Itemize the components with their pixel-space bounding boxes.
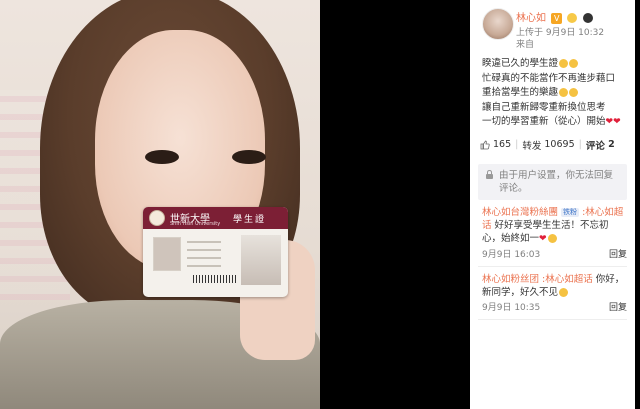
comment-mention[interactable]: :林心如超话 [542, 274, 593, 285]
upload-time: 上传于 9月9日 10:32 [516, 28, 605, 38]
heart-icon: ❤ [613, 117, 621, 127]
heart-icon: ❤ [539, 233, 547, 244]
wave-emoji-icon [559, 287, 569, 297]
card-photo [153, 237, 181, 271]
comment-user[interactable]: 林心如粉丝团 [482, 274, 539, 285]
verified-badge-icon: V [551, 12, 563, 24]
reply-button[interactable]: 回复 [609, 302, 627, 315]
lock-icon [486, 169, 493, 179]
selfie-image: 世新大學 Shih Hsin University 學生證 [0, 0, 320, 409]
right-border [635, 0, 640, 409]
repost-count: 10695 [544, 139, 575, 150]
post-photo[interactable]: 世新大學 Shih Hsin University 學生證 [0, 0, 470, 409]
card-field-line [187, 257, 221, 259]
cool-emoji-icon [569, 88, 579, 97]
student-id-card: 世新大學 Shih Hsin University 學生證 [143, 207, 288, 297]
comment-body: 林心如粉丝团 :林心如超话 你好，新同学，好久不见 [482, 273, 627, 299]
username[interactable]: 林心如 [516, 13, 546, 24]
post-line: 一切的學習重新（從心）開始❤❤ [482, 116, 621, 127]
right-eye [232, 150, 266, 164]
post-content: 睽違已久的學生證 忙碌真的不能當作不再進步藉口 重拾當學生的樂趣 讓自己重新歸零… [470, 57, 635, 130]
comment-label: 评论 [585, 140, 605, 152]
comment-time: 9月9日 10:35 [482, 302, 541, 313]
notice-text: 由于用户设置，你无法回复评论。 [499, 169, 614, 194]
comment-count: 2 [608, 139, 615, 150]
reply-button[interactable]: 回复 [609, 249, 627, 262]
school-logo-icon [149, 210, 165, 226]
weibo-post-panel: 林心如 V 上传于 9月9日 10:32 来自 睽違已久的學生證 忙碌真的不能當… [470, 0, 635, 409]
smile-emoji-icon [547, 233, 557, 243]
comment-item: 林心如台灣粉絲團 铁粉 :林心如超话 好好享受學生生活！不忘初心，始終如一❤ 9… [478, 200, 627, 267]
post-line: 重拾當學生的樂趣 [482, 86, 623, 101]
comment-item: 林心如粉丝团 :林心如超话 你好，新同学，好久不见 9月9日 10:35 回复 [478, 267, 627, 320]
heart-icon: ❤ [605, 117, 614, 127]
post-header: 林心如 V 上传于 9月9日 10:32 来自 [470, 0, 635, 55]
card-field-line [187, 249, 221, 251]
avatar[interactable] [482, 8, 514, 40]
divider: | [578, 139, 582, 150]
like-count: 165 [493, 139, 512, 150]
comment-footer: 9月9日 16:03 回复 [482, 249, 627, 262]
card-school-name-en: Shih Hsin University [170, 221, 221, 227]
post-source: 来自 [516, 40, 535, 50]
card-field-line [187, 265, 221, 267]
emoji-badge-icon [567, 13, 578, 23]
cool-emoji-icon [559, 88, 569, 97]
left-eye [145, 150, 179, 164]
username-row: 林心如 V [516, 9, 593, 24]
comment-time: 9月9日 16:03 [482, 249, 541, 260]
reply-restricted-notice: 由于用户设置，你无法回复评论。 [478, 163, 627, 200]
comment-user[interactable]: 林心如台灣粉絲團 [482, 207, 558, 218]
comment-body: 林心如台灣粉絲團 铁粉 :林心如超话 好好享受學生生活！不忘初心，始終如一❤ [482, 206, 627, 246]
post-line: 讓自己重新歸零重新換位思考 [482, 101, 606, 113]
post-meta: 上传于 9月9日 10:32 来自 [516, 27, 604, 51]
grin-emoji-icon [559, 59, 569, 68]
grin-emoji-icon [569, 59, 579, 68]
card-field-line [187, 241, 221, 243]
panda-badge-icon [582, 13, 593, 23]
card-barcode [193, 275, 238, 283]
post-line: 睽違已久的學生證 [482, 57, 623, 72]
card-building-image [241, 235, 281, 285]
card-type: 學生證 [233, 215, 267, 225]
fan-tag-badge: 铁粉 [561, 207, 580, 217]
comment-button[interactable]: 评论 2 [586, 138, 615, 152]
repost-label: 转发 [522, 140, 542, 152]
thumbs-up-icon [480, 140, 490, 149]
divider: | [515, 139, 519, 150]
repost-button[interactable]: 转发 10695 [522, 138, 574, 152]
like-button[interactable]: 165 [480, 139, 511, 150]
post-line: 忙碌真的不能當作不再進步藉口 [482, 72, 616, 84]
post-actions: 165 | 转发 10695 | 评论 2 [480, 138, 625, 152]
comment-footer: 9月9日 10:35 回复 [482, 302, 627, 315]
